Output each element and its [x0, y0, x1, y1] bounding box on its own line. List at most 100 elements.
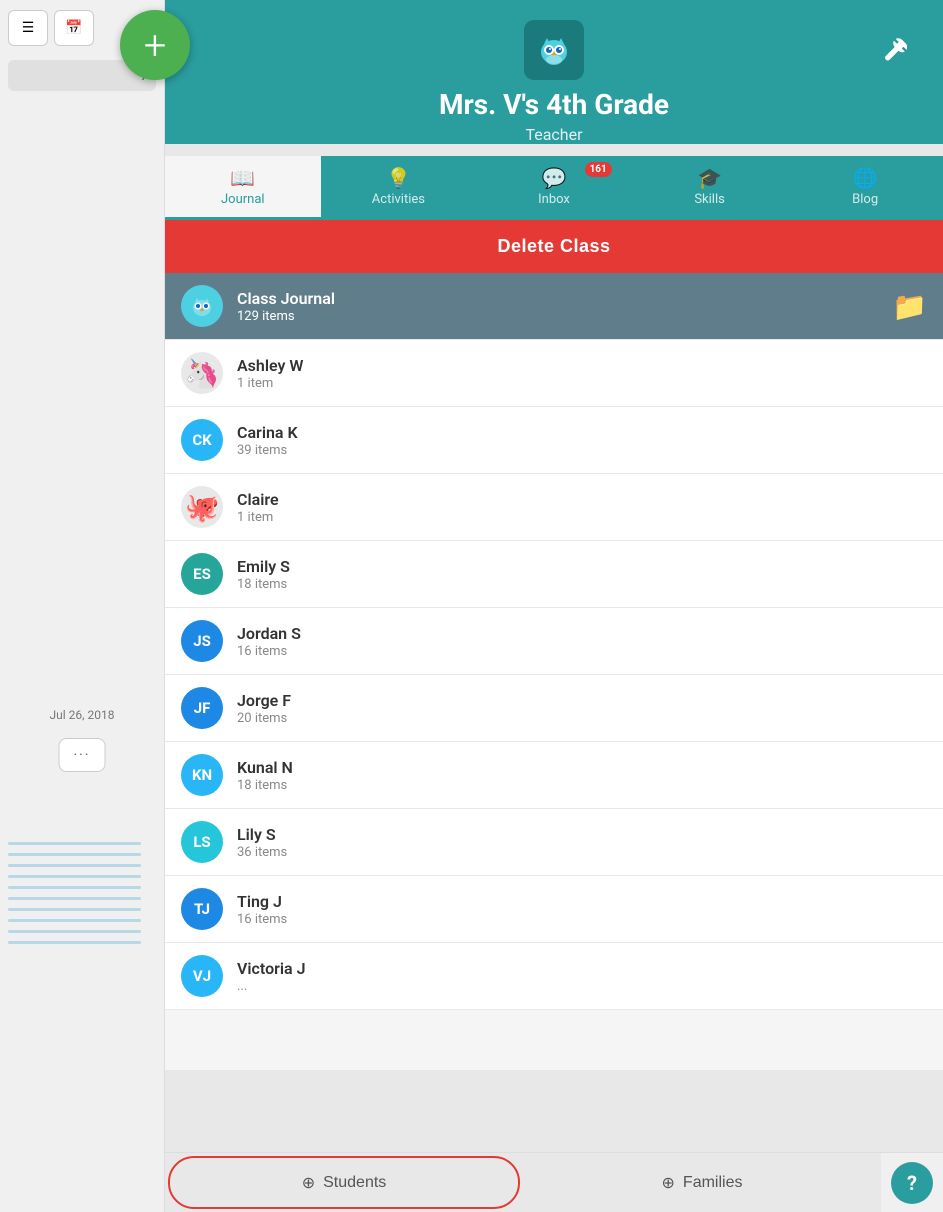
avatar-emily: ES	[181, 553, 223, 595]
sidebar: ☰ 📅 › Jul 26, 2018 ···	[0, 0, 165, 1212]
calendar-button[interactable]: 📅	[54, 10, 94, 46]
student-name-carina: Carina K	[237, 423, 927, 442]
avatar-victoria: VJ	[181, 955, 223, 997]
student-name-claire: Claire	[237, 490, 927, 509]
plus-students-icon: ⊕	[302, 1173, 315, 1193]
folder-icon: 📁	[892, 290, 927, 323]
menu-button[interactable]: ☰	[8, 10, 48, 46]
student-count-ashley: 1 item	[237, 376, 927, 391]
help-button[interactable]: ?	[891, 1162, 933, 1204]
student-count-claire: 1 item	[237, 510, 927, 525]
student-row-emily[interactable]: ES Emily S18 items	[165, 541, 943, 608]
bottom-bar: ⊕ Students ⊕ Families ?	[165, 1152, 943, 1212]
student-info-jorge: Jorge F20 items	[237, 691, 927, 726]
students-label: Students	[323, 1174, 386, 1192]
student-count-jorge: 20 items	[237, 711, 927, 726]
inbox-tab-label: Inbox	[538, 192, 570, 207]
student-row-lily[interactable]: LS Lily S36 items	[165, 809, 943, 876]
class-header: Mrs. V's 4th Grade Teacher	[165, 0, 943, 144]
avatar-jorge: JF	[181, 687, 223, 729]
student-info-claire: Claire1 item	[237, 490, 927, 525]
settings-icon[interactable]	[881, 36, 907, 68]
blog-tab-icon: 🌐	[853, 166, 878, 190]
avatar-jordan: JS	[181, 620, 223, 662]
delete-class-button[interactable]: Delete Class	[165, 220, 943, 273]
avatar-claire: 🐙	[181, 486, 223, 528]
sidebar-line	[8, 941, 141, 944]
student-row-ting[interactable]: TJ Ting J16 items	[165, 876, 943, 943]
tab-activities[interactable]: 💡 Activities	[321, 156, 477, 220]
activities-tab-label: Activities	[372, 192, 425, 207]
student-row-jorge[interactable]: JF Jorge F20 items	[165, 675, 943, 742]
sidebar-line	[8, 842, 141, 845]
student-row-ashley[interactable]: 🦄 Ashley W1 item	[165, 340, 943, 407]
student-count-ting: 16 items	[237, 912, 927, 927]
sidebar-line	[8, 930, 141, 933]
more-button[interactable]: ···	[59, 738, 106, 772]
student-name-ashley: Ashley W	[237, 356, 927, 375]
families-tab-button[interactable]: ⊕ Families	[523, 1153, 881, 1212]
avatar-carina: CK	[181, 419, 223, 461]
student-info-emily: Emily S18 items	[237, 557, 927, 592]
families-label: Families	[683, 1174, 743, 1192]
main-content: Mrs. V's 4th Grade Teacher 📖 Journal 💡 Acti…	[165, 0, 943, 1212]
students-list: 🦄Ashley W1 itemCKCarina K39 items🐙Claire…	[165, 340, 943, 1010]
avatar-kunal: KN	[181, 754, 223, 796]
student-info-lily: Lily S36 items	[237, 825, 927, 860]
student-count-lily: 36 items	[237, 845, 927, 860]
inbox-badge: 161	[585, 162, 612, 177]
class-subtitle: Teacher	[185, 125, 923, 144]
sidebar-date: Jul 26, 2018	[0, 708, 164, 722]
student-name-kunal: Kunal N	[237, 758, 927, 777]
student-count-emily: 18 items	[237, 577, 927, 592]
student-info-carina: Carina K39 items	[237, 423, 927, 458]
sidebar-line	[8, 864, 141, 867]
sidebar-lines	[0, 832, 164, 1212]
student-name-jorge: Jorge F	[237, 691, 927, 710]
tab-blog[interactable]: 🌐 Blog	[787, 156, 943, 220]
student-info-ting: Ting J16 items	[237, 892, 927, 927]
student-name-victoria: Victoria J	[237, 959, 927, 978]
student-row-claire[interactable]: 🐙 Claire1 item	[165, 474, 943, 541]
skills-tab-icon: 🎓	[697, 166, 722, 190]
student-info-victoria: Victoria J...	[237, 959, 927, 994]
journal-tab-label: Journal	[221, 192, 265, 207]
class-journal-row[interactable]: Class Journal 129 items 📁	[165, 273, 943, 340]
student-name-jordan: Jordan S	[237, 624, 927, 643]
student-name-emily: Emily S	[237, 557, 927, 576]
student-count-victoria: ...	[237, 979, 927, 994]
sidebar-line	[8, 919, 141, 922]
student-row-jordan[interactable]: JS Jordan S16 items	[165, 608, 943, 675]
sidebar-line	[8, 908, 141, 911]
student-info-kunal: Kunal N18 items	[237, 758, 927, 793]
content-area: Class Journal 129 items 📁 🦄Ashley W1 ite…	[165, 273, 943, 1070]
activities-tab-icon: 💡	[386, 166, 411, 190]
avatar-lily: LS	[181, 821, 223, 863]
class-journal-count: 129 items	[237, 309, 892, 324]
student-count-carina: 39 items	[237, 443, 927, 458]
sidebar-line	[8, 886, 141, 889]
class-journal-name: Class Journal	[237, 289, 892, 308]
student-info-jordan: Jordan S16 items	[237, 624, 927, 659]
add-button[interactable]: +	[120, 10, 190, 80]
student-row-carina[interactable]: CK Carina K39 items	[165, 407, 943, 474]
sidebar-line	[8, 875, 141, 878]
student-info-ashley: Ashley W1 item	[237, 356, 927, 391]
students-tab-button[interactable]: ⊕ Students	[165, 1153, 523, 1212]
tab-journal[interactable]: 📖 Journal	[165, 156, 321, 220]
sidebar-line	[8, 853, 141, 856]
avatar-ting: TJ	[181, 888, 223, 930]
student-name-ting: Ting J	[237, 892, 927, 911]
journal-tab-icon: 📖	[230, 166, 255, 190]
avatar-ashley: 🦄	[181, 352, 223, 394]
tab-inbox[interactable]: 💬161Inbox	[476, 156, 632, 220]
student-name-lily: Lily S	[237, 825, 927, 844]
blog-tab-label: Blog	[852, 192, 878, 207]
class-journal-info: Class Journal 129 items	[237, 289, 892, 324]
class-journal-avatar	[181, 285, 223, 327]
navigation-tabs: 📖Journal💡Activities💬161Inbox🎓Skills🌐Blog	[165, 156, 943, 220]
tab-skills[interactable]: 🎓Skills	[632, 156, 788, 220]
plus-families-icon: ⊕	[662, 1173, 675, 1193]
student-row-victoria[interactable]: VJ Victoria J...	[165, 943, 943, 1010]
student-row-kunal[interactable]: KN Kunal N18 items	[165, 742, 943, 809]
